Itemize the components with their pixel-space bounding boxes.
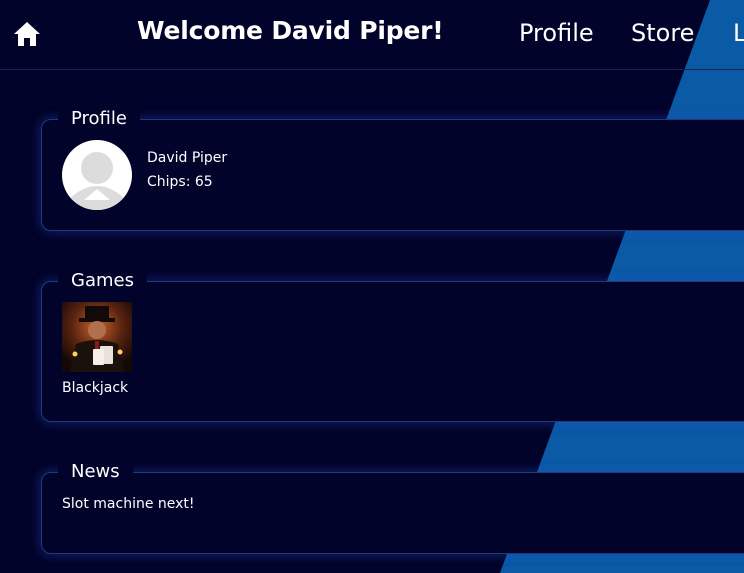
nav-profile-link[interactable]: Profile — [519, 19, 594, 47]
profile-chips: Chips: 65 — [147, 174, 213, 190]
default-avatar-icon — [70, 152, 124, 210]
avatar — [62, 140, 132, 210]
profile-name: David Piper — [147, 150, 228, 166]
profile-legend: Profile — [58, 106, 140, 132]
news-legend: News — [58, 459, 133, 485]
navbar: Welcome David Piper! Profile Store L — [0, 0, 744, 70]
news-card: News Slot machine next! — [41, 459, 744, 554]
home-button[interactable] — [12, 20, 42, 48]
home-icon — [14, 22, 40, 46]
blackjack-dealer-icon — [62, 302, 132, 372]
nav-truncated-link[interactable]: L — [733, 19, 744, 47]
nav-store-link[interactable]: Store — [631, 19, 694, 47]
profile-card: Profile David Piper Chips: 65 — [41, 106, 744, 231]
games-legend: Games — [58, 268, 147, 294]
blackjack-thumbnail[interactable] — [62, 302, 132, 372]
blackjack-label[interactable]: Blackjack — [62, 380, 128, 396]
news-item: Slot machine next! — [62, 496, 195, 512]
welcome-title: Welcome David Piper! — [137, 16, 444, 45]
games-card: Games Blackjack — [41, 268, 744, 422]
